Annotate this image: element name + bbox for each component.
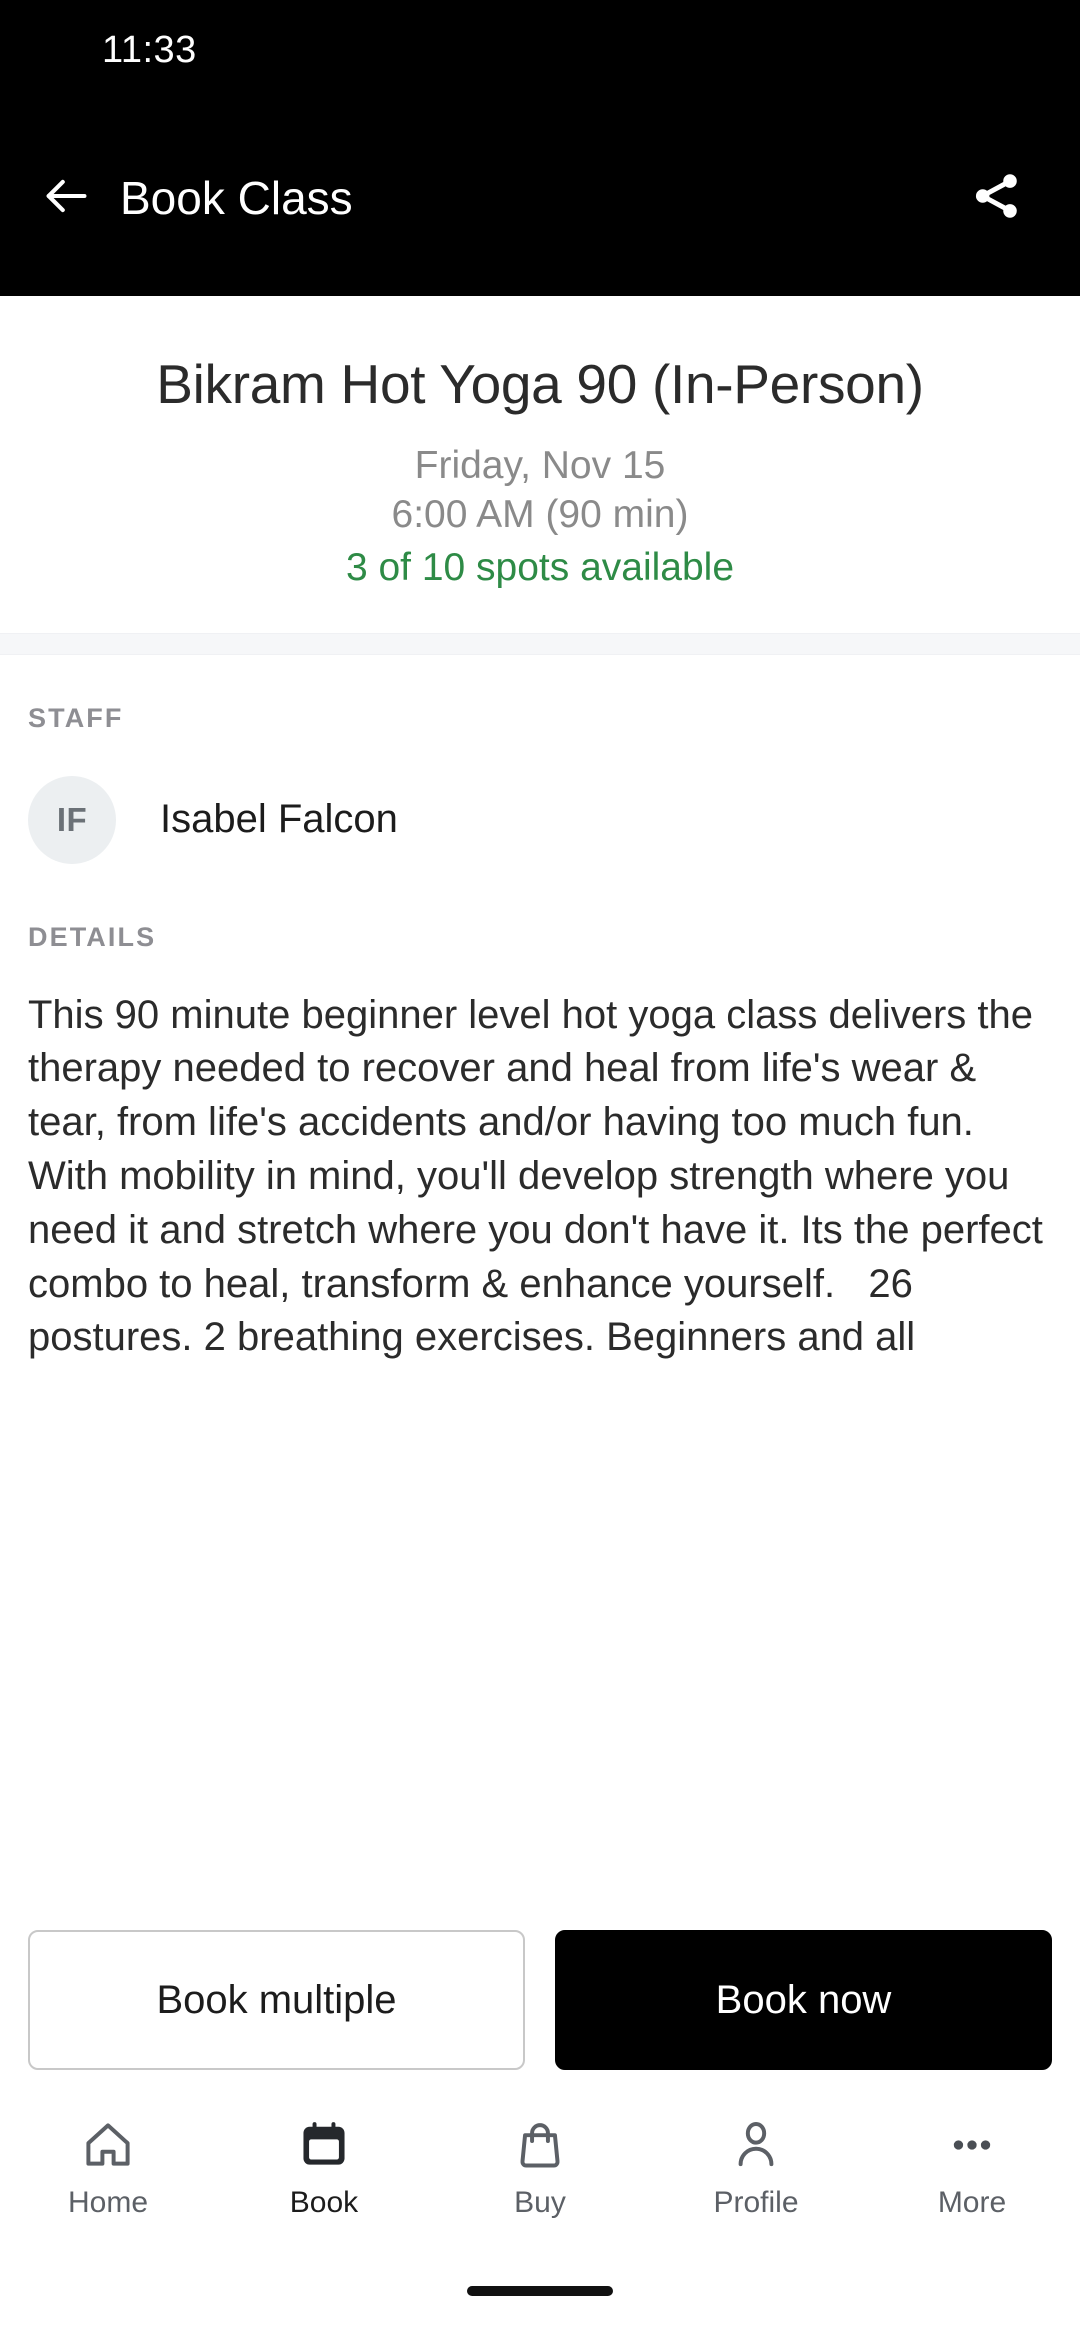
share-icon (968, 168, 1024, 229)
staff-name: Isabel Falcon (160, 797, 398, 842)
nav-item-home[interactable]: Home (0, 2114, 216, 2220)
class-header: Bikram Hot Yoga 90 (In-Person) Friday, N… (0, 296, 1080, 633)
avatar: IF (28, 775, 116, 864)
nav-item-book[interactable]: Book (216, 2114, 432, 2220)
details-body-text: This 90 minute beginner level hot yoga c… (28, 992, 1055, 1360)
status-bar: 11:33 (0, 0, 1080, 100)
app-screen: 11:33 Book Class Bikram Hot Yoga 90 (In-… (0, 0, 1080, 2340)
nav-item-profile[interactable]: Profile (648, 2114, 864, 2220)
bottom-navigation: Home Book Buy Profile More (0, 2100, 1080, 2280)
status-bar-clock: 11:33 (102, 28, 197, 71)
back-button[interactable] (34, 166, 98, 230)
nav-label-more: More (937, 2186, 1007, 2219)
home-icon (80, 2114, 136, 2176)
staff-section-label: STAFF (28, 702, 124, 733)
class-date: Friday, Nov 15 (414, 444, 666, 488)
back-arrow-icon (40, 170, 92, 227)
home-indicator[interactable] (467, 2286, 613, 2296)
person-icon (728, 2114, 784, 2176)
nav-label-buy: Buy (514, 2186, 566, 2219)
class-time: 6:00 AM (90 min) (391, 493, 689, 537)
avatar-initials: IF (56, 800, 88, 838)
home-indicator-area (0, 2280, 1080, 2340)
class-title: Bikram Hot Yoga 90 (In-Person) (156, 353, 924, 415)
ellipsis-icon (944, 2114, 1000, 2176)
class-spots-available: 3 of 10 spots available (345, 545, 735, 589)
app-bar-title: Book Class (120, 172, 353, 224)
nav-label-book: Book (289, 2186, 359, 2219)
shopping-bag-icon (512, 2114, 568, 2176)
staff-row[interactable]: IF Isabel Falcon (28, 775, 1052, 864)
details-section-label: DETAILS (28, 921, 157, 952)
book-now-button[interactable]: Book now (555, 1930, 1052, 2070)
class-detail-scroll-area[interactable]: STAFF IF Isabel Falcon DETAILS This 90 m… (0, 654, 1080, 1904)
app-bar: Book Class (0, 100, 1080, 296)
action-bar: Book multiple Book now (0, 1904, 1080, 2100)
share-button[interactable] (960, 162, 1032, 234)
book-multiple-button[interactable]: Book multiple (28, 1930, 525, 2070)
nav-label-home: Home (67, 2186, 149, 2219)
nav-item-more[interactable]: More (864, 2114, 1080, 2220)
calendar-icon (296, 2114, 352, 2176)
nav-item-buy[interactable]: Buy (432, 2114, 648, 2220)
nav-label-profile: Profile (713, 2186, 799, 2219)
section-divider (0, 632, 1080, 655)
